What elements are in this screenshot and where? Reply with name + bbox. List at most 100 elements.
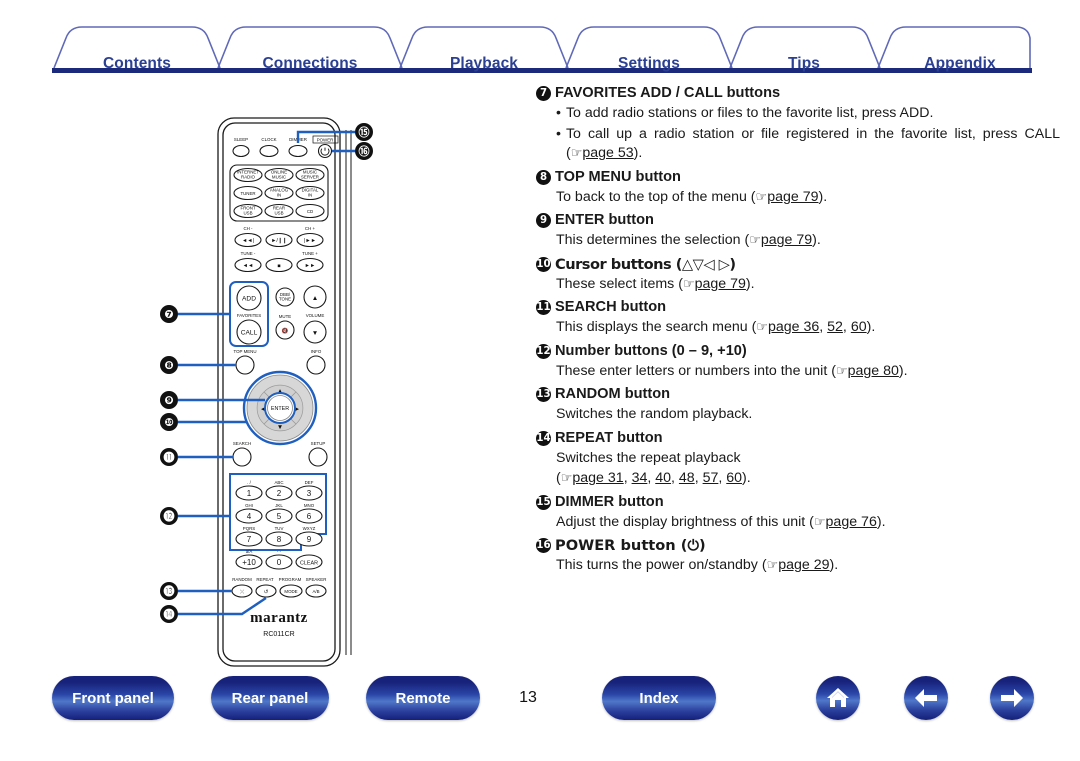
page-link[interactable]: ☞page 36 (756, 319, 819, 335)
body-pre: This turns the power on/standby ( (556, 557, 767, 573)
page-link-label: 34 (631, 470, 648, 486)
body-line: Adjust the display brightness of this un… (556, 513, 1060, 533)
callout-badge-16: 16 (536, 538, 551, 553)
callout-badge-12: 12 (536, 343, 551, 359)
svg-text:USB: USB (243, 211, 252, 216)
tab-contents[interactable]: Contents (103, 55, 171, 73)
tab-appendix[interactable]: Appendix (924, 55, 995, 73)
svg-text:▼: ▼ (277, 424, 284, 431)
home-icon (827, 688, 849, 707)
svg-text:MNO: MNO (304, 503, 315, 508)
page-link-label: 60 (850, 319, 867, 335)
page-link[interactable]: 48 (679, 470, 695, 486)
entry-repeat: 14 REPEAT button Switches the repeat pla… (536, 429, 1060, 489)
entry-title: DIMMER button (555, 493, 664, 510)
svg-text:⓮: ⓮ (164, 607, 175, 621)
svg-text:❼: ❼ (164, 308, 173, 321)
bottom-navigation-bar: Front panel Rear panel Remote 13 Index (0, 676, 1080, 738)
page-link[interactable]: ☞page 79 (756, 189, 819, 205)
body-pre: These select items ( (556, 275, 683, 292)
entry-number-buttons: 12 Number buttons (0 – 9, +10) These ent… (536, 342, 1060, 382)
back-arrow-icon-button[interactable] (904, 676, 948, 720)
remote-svg: .bdy{fill:#ffffff;stroke:#1a1a1a;stroke-… (160, 117, 373, 667)
body-line-links: (☞page 31, 34, 40, 48, 57, 60). (556, 470, 751, 486)
page-link-label: page 36 (767, 319, 820, 335)
body-post: ). (742, 470, 751, 486)
callout-badge-15: 15 (536, 494, 551, 510)
svg-text:▼: ▼ (312, 330, 319, 337)
page-link-label: 57 (702, 470, 719, 486)
entry-body: This turns the power on/standby (☞page 2… (536, 556, 1060, 576)
tab-settings[interactable]: Settings (618, 55, 680, 73)
nav-front-panel-button[interactable]: Front panel (52, 676, 174, 720)
pointing-hand-icon: ☞ (813, 514, 826, 530)
pointing-hand-icon: ☞ (756, 320, 768, 335)
svg-text:⓭: ⓭ (164, 584, 175, 598)
entry-heading: 9 ENTER button (536, 211, 1060, 230)
page-link[interactable]: ☞page 79 (683, 276, 746, 292)
svg-text:⓫: ⓫ (164, 450, 175, 464)
svg-text:SEARCH: SEARCH (233, 441, 251, 446)
tab-connections[interactable]: Connections (263, 55, 358, 73)
entry-search: 11 SEARCH button This displays the searc… (536, 298, 1060, 338)
tab-tips[interactable]: Tips (788, 55, 820, 73)
entry-heading: 13 RANDOM button (536, 385, 1060, 404)
svg-text:TUNE +: TUNE + (302, 251, 318, 256)
list-item: • To call up a radio station or file reg… (556, 125, 1060, 164)
body-post: ). (898, 362, 908, 379)
home-icon-button[interactable] (816, 676, 860, 720)
entry-title: SEARCH button (555, 299, 667, 315)
svg-text:|►►: |►► (304, 238, 316, 244)
page-link[interactable]: ☞page 80 (836, 363, 899, 379)
body-post: ). (829, 557, 839, 573)
svg-text:TUNE -: TUNE - (241, 251, 256, 256)
body-line: These select items (☞page 79). (556, 275, 1060, 295)
entry-title: POWER button (⏻) (555, 537, 706, 554)
page-link[interactable]: 57 (703, 470, 719, 486)
top-tab-bar: Contents Connections Playback Settings T… (52, 24, 1032, 74)
page-link[interactable]: ☞page 31 (561, 470, 624, 486)
entry-body: These enter letters or numbers into the … (536, 362, 1060, 382)
forward-arrow-icon (1001, 689, 1023, 707)
page-link-label: page 79 (760, 232, 813, 248)
entry-heading: 10 Cursor buttons (△▽◁ ▷) (536, 255, 1060, 274)
entry-cursor: 10 Cursor buttons (△▽◁ ▷) These select i… (536, 255, 1060, 295)
svg-text:↺: ↺ (264, 590, 269, 596)
page-link[interactable]: 60 (851, 319, 867, 335)
svg-text:🔇: 🔇 (282, 328, 289, 335)
pointing-hand-icon: ☞ (560, 471, 573, 486)
svg-text:7: 7 (247, 535, 252, 544)
body-pre: To back to the top of the menu ( (556, 188, 756, 205)
nav-remote-button[interactable]: Remote (366, 676, 480, 720)
page-link[interactable]: 60 (726, 470, 742, 486)
nav-rear-panel-button[interactable]: Rear panel (211, 676, 329, 720)
pointing-hand-icon: ☞ (749, 233, 761, 248)
page-link[interactable]: ☞page 53 (571, 145, 634, 161)
svg-text:DEF: DEF (305, 480, 314, 485)
nav-index-button[interactable]: Index (602, 676, 716, 720)
page-link[interactable]: 34 (632, 470, 648, 486)
page-link-label: page 31 (572, 470, 624, 486)
body-post: ). (866, 319, 876, 335)
tab-playback[interactable]: Playback (450, 55, 518, 73)
page-link[interactable]: 40 (655, 470, 671, 486)
page-link[interactable]: ☞page 79 (749, 232, 812, 248)
page-link-label: page 53 (582, 145, 634, 161)
svg-text:A/B: A/B (312, 589, 319, 594)
svg-text:CD: CD (307, 209, 313, 214)
svg-text:RADIO: RADIO (241, 175, 255, 180)
svg-text:SERVER: SERVER (301, 175, 319, 180)
body-line: Switches the repeat playback (556, 449, 741, 466)
page-link[interactable]: ☞page 29 (767, 557, 830, 573)
page-number: 13 (519, 689, 537, 706)
page-link[interactable]: ☞page 76 (814, 514, 877, 530)
entry-heading: 14 REPEAT button (536, 429, 1060, 448)
svg-text:PQRS: PQRS (243, 526, 256, 531)
body-line: This determines the selection (☞page 79)… (556, 231, 1060, 251)
callout-badge-7: 7 (536, 86, 551, 101)
bullet-dot: • (556, 105, 561, 121)
svg-text:marantz: marantz (250, 610, 308, 626)
entry-heading: 16 POWER button (⏻) (536, 536, 1060, 555)
page-link[interactable]: 52 (827, 319, 843, 335)
forward-arrow-icon-button[interactable] (990, 676, 1034, 720)
